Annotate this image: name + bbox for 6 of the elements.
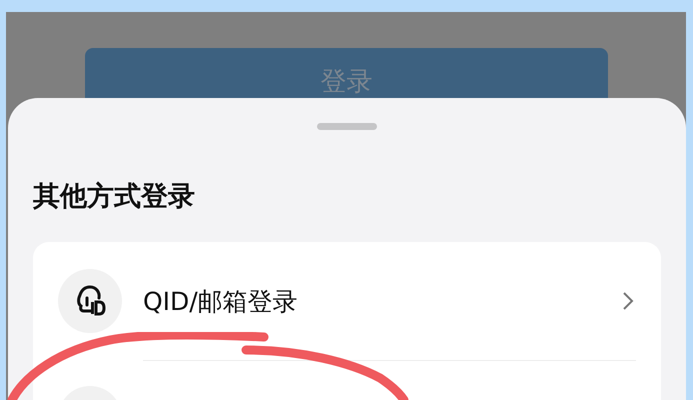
login-option[interactable]: QID/邮箱登录 xyxy=(58,242,636,360)
sheet-title: 其他方式登录 xyxy=(33,180,196,214)
chevron-right-icon xyxy=(622,291,634,311)
drag-handle[interactable] xyxy=(317,123,377,130)
option-label: QID/邮箱登录 xyxy=(143,286,299,318)
head-id-icon xyxy=(58,269,122,333)
